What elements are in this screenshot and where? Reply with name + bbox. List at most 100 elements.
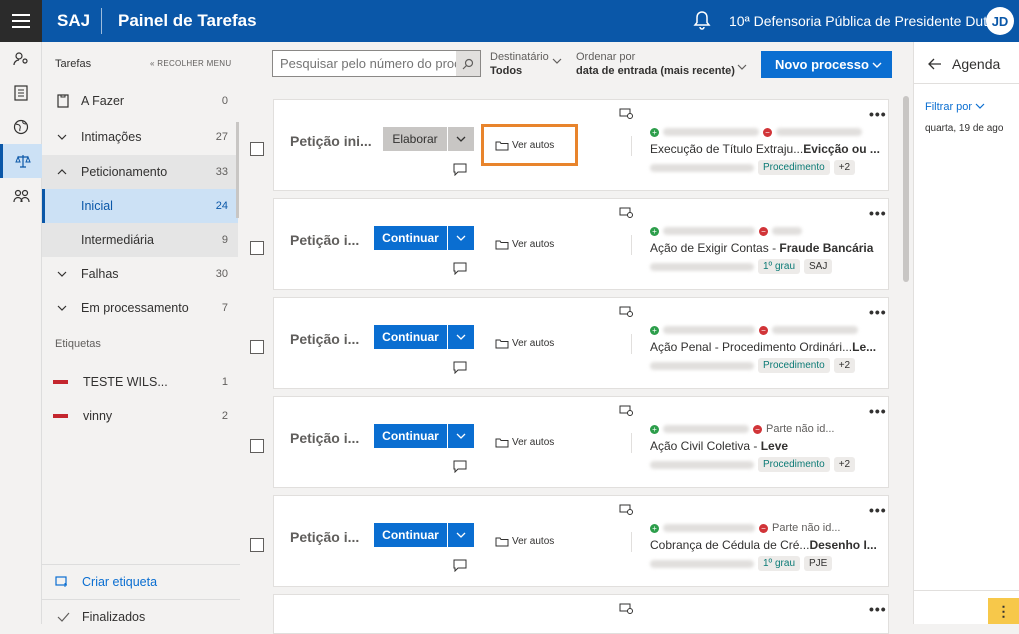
comment-icon[interactable] xyxy=(452,558,468,572)
agenda-filter-button[interactable]: Filtrar por xyxy=(925,101,985,113)
sidebar-item-a-fazer[interactable]: A Fazer 0 xyxy=(42,84,238,118)
tag-item[interactable]: vinny 2 xyxy=(42,399,238,433)
device-settings-icon[interactable] xyxy=(619,306,633,318)
more-icon[interactable]: ••• xyxy=(869,403,887,419)
organization-name[interactable]: 10ª Defensoria Pública de Presidente Dut… xyxy=(729,13,1000,29)
user-search-icon[interactable] xyxy=(0,42,42,76)
view-case-link[interactable]: Ver autos xyxy=(495,536,554,547)
highlight-box xyxy=(481,124,578,166)
action-split-button[interactable]: Continuar xyxy=(374,325,474,349)
device-settings-icon[interactable] xyxy=(619,603,633,615)
party-b: Parte não id... xyxy=(772,522,841,534)
sidebar-scrollbar[interactable] xyxy=(236,122,239,218)
class-subject: Execução de Título Extraju...Evicção ou … xyxy=(650,142,880,156)
comment-icon[interactable] xyxy=(452,261,468,275)
sidebar-item-falhas[interactable]: Falhas 30 xyxy=(42,257,238,291)
more-icon[interactable]: ••• xyxy=(869,106,887,122)
action-split-button[interactable]: Elaborar xyxy=(383,127,474,151)
avatar[interactable]: JD xyxy=(986,7,1014,35)
action-dropdown-button[interactable] xyxy=(448,523,474,547)
parties-row: + − xyxy=(650,225,802,237)
arrow-left-icon[interactable] xyxy=(928,58,942,70)
checkbox-icon[interactable] xyxy=(250,439,264,453)
view-case-label: Ver autos xyxy=(512,239,555,250)
search-button[interactable] xyxy=(456,51,480,76)
card-title[interactable]: Petição i... xyxy=(290,529,366,545)
sidebar-item-inicial[interactable]: Inicial 24 xyxy=(42,189,238,223)
tag-color-bar xyxy=(53,380,68,384)
more-options-icon[interactable]: ⋮ xyxy=(988,598,1019,624)
sidebar-item-peticionamento[interactable]: Peticionamento 33 xyxy=(42,155,238,189)
task-card[interactable]: Petição ini... Elaborar Ver autos ••• + … xyxy=(273,99,889,191)
agenda-header: Agenda xyxy=(928,56,1000,72)
action-dropdown-button[interactable] xyxy=(448,226,474,250)
comment-icon[interactable] xyxy=(452,360,468,374)
action-dropdown-button[interactable] xyxy=(448,127,474,151)
card-title[interactable]: Petição i... xyxy=(290,430,366,446)
view-case-link[interactable]: Ver autos xyxy=(495,437,554,448)
subject-name: Fraude Bancária xyxy=(779,241,874,255)
tag-item[interactable]: TESTE WILS... 1 xyxy=(42,365,238,399)
order-label: Ordenar por xyxy=(576,51,636,63)
main-scrollbar[interactable] xyxy=(903,96,909,282)
recipient-filter[interactable]: Destinatário Todos xyxy=(490,50,562,78)
redacted-party xyxy=(776,128,862,136)
globe-icon[interactable] xyxy=(0,110,42,144)
task-card[interactable]: ••• xyxy=(273,594,889,634)
device-settings-icon[interactable] xyxy=(619,108,633,120)
device-settings-icon[interactable] xyxy=(619,405,633,417)
document-list-icon[interactable] xyxy=(0,76,42,110)
checkbox-icon[interactable] xyxy=(250,241,264,255)
bell-icon[interactable] xyxy=(693,10,711,32)
device-settings-icon[interactable] xyxy=(619,207,633,219)
action-dropdown-button[interactable] xyxy=(448,325,474,349)
finalized-item[interactable]: Finalizados xyxy=(42,599,240,633)
device-settings-icon[interactable] xyxy=(619,504,633,516)
view-case-link[interactable]: Ver autos xyxy=(495,338,554,349)
people-icon[interactable] xyxy=(0,178,42,212)
comment-icon[interactable] xyxy=(452,459,468,473)
menu-icon[interactable] xyxy=(0,0,42,42)
more-icon[interactable]: ••• xyxy=(869,601,887,617)
checkbox-icon[interactable] xyxy=(250,340,264,354)
chevron-down-icon xyxy=(872,62,882,68)
task-card[interactable]: Petição i... Continuar Ver autos ••• + −… xyxy=(273,198,889,290)
sidebar-item-intimacoes[interactable]: Intimações 27 xyxy=(42,120,238,154)
card-title[interactable]: Petição ini... xyxy=(290,133,376,149)
sidebar-item-em-processamento[interactable]: Em processamento 7 xyxy=(42,291,238,325)
badge-secondary: +2 xyxy=(833,358,856,373)
comment-icon[interactable] xyxy=(452,162,468,176)
order-filter[interactable]: Ordenar por data de entrada (mais recent… xyxy=(576,50,747,78)
action-split-button[interactable]: Continuar xyxy=(374,424,474,448)
redacted-party xyxy=(772,227,802,235)
action-split-button[interactable]: Continuar xyxy=(374,523,474,547)
sidebar-item-label: Intimações xyxy=(81,130,142,144)
more-icon[interactable]: ••• xyxy=(869,502,887,518)
task-sidebar: Tarefas « RECOLHER MENU A Fazer 0 Intima… xyxy=(42,42,240,624)
card-title[interactable]: Petição i... xyxy=(290,331,366,347)
action-button[interactable]: Continuar xyxy=(374,325,447,349)
create-tag-button[interactable]: Criar etiqueta xyxy=(42,564,240,598)
action-button[interactable]: Continuar xyxy=(374,523,447,547)
new-process-button[interactable]: Novo processo xyxy=(761,51,892,78)
task-card[interactable]: Petição i... Continuar Ver autos ••• + −… xyxy=(273,495,889,587)
card-title[interactable]: Petição i... xyxy=(290,232,366,248)
action-button[interactable]: Continuar xyxy=(374,226,447,250)
action-button[interactable]: Elaborar xyxy=(383,127,447,151)
action-button[interactable]: Continuar xyxy=(374,424,447,448)
scales-icon[interactable] xyxy=(0,144,42,178)
task-card[interactable]: Petição i... Continuar Ver autos ••• + −… xyxy=(273,396,889,488)
more-icon[interactable]: ••• xyxy=(869,304,887,320)
more-icon[interactable]: ••• xyxy=(869,205,887,221)
task-card[interactable]: Petição i... Continuar Ver autos ••• + −… xyxy=(273,297,889,389)
action-dropdown-button[interactable] xyxy=(448,424,474,448)
agenda-filter-label: Filtrar por xyxy=(925,101,973,113)
search-input[interactable] xyxy=(273,51,457,76)
checkbox-icon[interactable] xyxy=(250,142,264,156)
action-split-button[interactable]: Continuar xyxy=(374,226,474,250)
collapse-menu-button[interactable]: « RECOLHER MENU xyxy=(150,59,231,68)
sidebar-item-intermediaria[interactable]: Intermediária 9 xyxy=(42,223,238,257)
view-case-link[interactable]: Ver autos xyxy=(495,239,554,250)
sidebar-item-count: 33 xyxy=(215,166,228,178)
checkbox-icon[interactable] xyxy=(250,538,264,552)
